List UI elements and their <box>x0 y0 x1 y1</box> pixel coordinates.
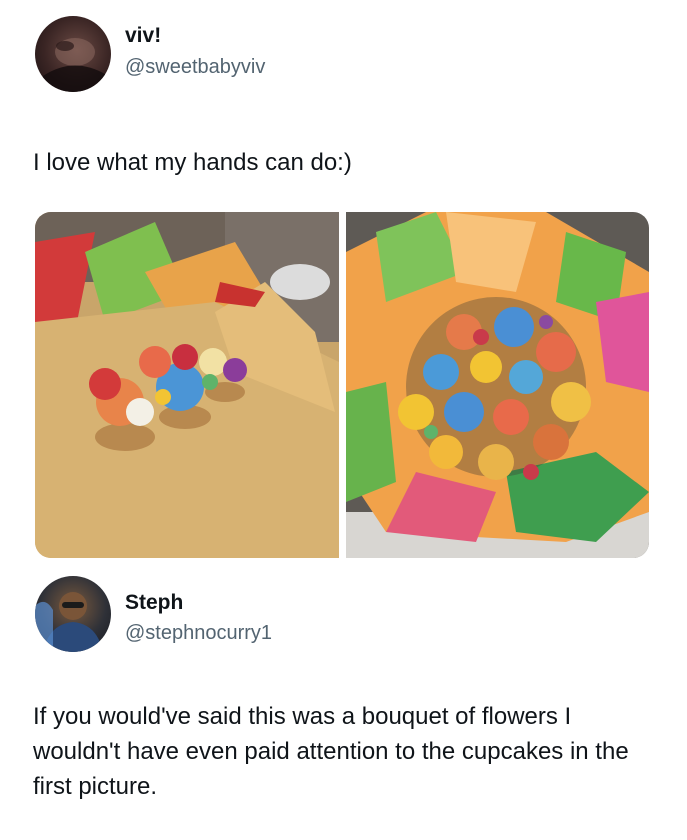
media-photo-left[interactable] <box>35 212 339 558</box>
avatar[interactable] <box>35 16 111 92</box>
display-name[interactable]: Steph <box>125 591 183 615</box>
user-handle[interactable]: @sweetbabyviv <box>125 56 265 79</box>
tweet-text: If you would've said this was a bouquet … <box>33 703 629 800</box>
reply-tweet: Steph @stephnocurry1 If you would've sai… <box>0 565 687 840</box>
original-tweet: viv! @sweetbabyviv I love what my hands … <box>0 0 687 565</box>
user-handle[interactable]: @stephnocurry1 <box>125 622 272 645</box>
bouquet-photo <box>346 212 649 558</box>
avatar[interactable] <box>35 576 111 652</box>
display-name[interactable]: viv! <box>125 24 161 48</box>
tweet-text: I love what my hands can do:) <box>33 149 352 176</box>
cupcakes-photo <box>35 212 339 558</box>
media-grid <box>35 212 649 558</box>
media-photo-right[interactable] <box>346 212 649 558</box>
